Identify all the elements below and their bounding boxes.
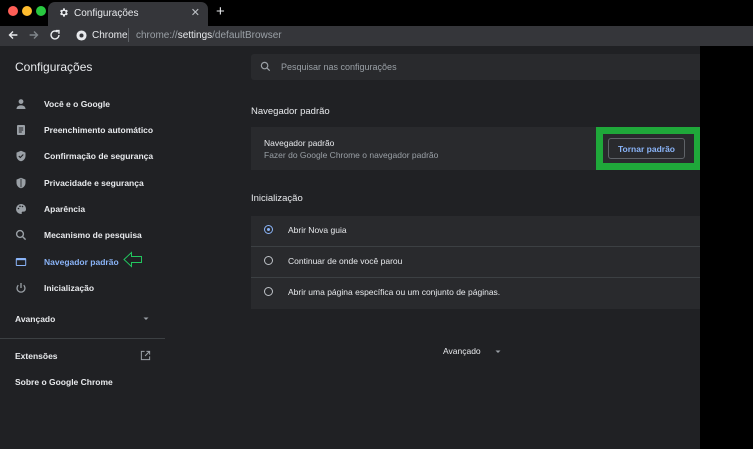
sidebar-item-appearance[interactable]: Aparência <box>0 198 165 220</box>
sidebar-item-label: Privacidade e segurança <box>44 178 144 188</box>
sidebar-item-label: Preenchimento automático <box>44 125 154 135</box>
person-icon <box>16 99 26 109</box>
sidebar-item-safety-check[interactable]: Confirmação de segurança <box>0 145 165 167</box>
sidebar-item-autofill[interactable]: Preenchimento automático <box>0 119 165 141</box>
tab-settings[interactable]: Configurações ✕ <box>48 2 208 26</box>
startup-option-label: Continuar de onde você parou <box>288 256 403 266</box>
search-field[interactable]: Pesquisar nas configurações <box>251 54 700 80</box>
search-icon <box>260 61 271 72</box>
url-suffix: /defaultBrowser <box>212 30 282 41</box>
forward-icon[interactable] <box>27 28 41 42</box>
chevron-down-icon[interactable] <box>494 349 502 355</box>
close-tab-icon[interactable]: ✕ <box>191 7 200 19</box>
sidebar-item-about[interactable]: Sobre o Google Chrome <box>15 377 113 387</box>
power-icon <box>16 283 26 293</box>
gear-icon <box>60 8 68 17</box>
close-window-button[interactable] <box>8 6 18 16</box>
default-browser-card-title: Navegador padrão <box>264 138 335 148</box>
maximize-window-button[interactable] <box>36 6 46 16</box>
sidebar-item-privacy[interactable]: Privacidade e segurança <box>0 172 165 194</box>
startup-option-new-tab[interactable]: Abrir Nova guia <box>251 216 700 246</box>
sidebar-item-extensions[interactable]: Extensões <box>15 351 58 361</box>
window-edge <box>700 46 753 449</box>
radio-unselected[interactable] <box>264 256 273 265</box>
url-divider <box>128 28 129 42</box>
sidebar-item-label: Mecanismo de pesquisa <box>44 230 142 240</box>
sidebar-item-label: Confirmação de segurança <box>44 151 154 161</box>
radio-selected[interactable] <box>264 225 273 234</box>
radio-unselected[interactable] <box>264 287 273 296</box>
url-prefix: chrome:// <box>136 30 178 41</box>
url-path-bold: settings <box>177 30 213 41</box>
left-arrow-annotation-icon <box>123 251 142 268</box>
tab-title: Configurações <box>74 8 139 19</box>
reload-icon[interactable] <box>48 28 62 42</box>
shield-check-icon <box>16 150 26 162</box>
startup-option-label: Abrir uma página específica ou um conjun… <box>288 287 501 297</box>
startup-option-label: Abrir Nova guia <box>288 225 347 235</box>
sidebar-item-label: Aparência <box>44 204 86 214</box>
search-placeholder: Pesquisar nas configurações <box>281 62 397 72</box>
back-icon[interactable] <box>6 28 20 42</box>
sidebar-divider <box>0 338 165 339</box>
startup-card: Abrir Nova guia Continuar de onde você p… <box>251 216 700 309</box>
startup-section-title: Inicialização <box>251 193 303 204</box>
make-default-button[interactable]: Tornar padrão <box>608 138 685 159</box>
minimize-window-button[interactable] <box>22 6 32 16</box>
assignment-icon <box>17 125 25 135</box>
browser-icon <box>15 258 27 266</box>
startup-option-continue[interactable]: Continuar de onde você parou <box>251 247 700 277</box>
chevron-down-icon[interactable] <box>142 316 150 322</box>
sidebar-item-label: Navegador padrão <box>44 257 119 267</box>
chrome-icon <box>76 30 87 41</box>
sidebar-item-label: Você e o Google <box>44 99 110 109</box>
sidebar-item-search-engine[interactable]: Mecanismo de pesquisa <box>0 224 165 246</box>
palette-icon <box>16 204 27 214</box>
sidebar-item-startup[interactable]: Inicialização <box>0 277 165 299</box>
default-browser-card-subtitle: Fazer do Google Chrome o navegador padrã… <box>264 150 439 160</box>
startup-option-specific-pages[interactable]: Abrir uma página específica ou um conjun… <box>251 278 700 308</box>
advanced-toggle[interactable]: Avançado <box>443 346 481 356</box>
url-site-label: Chrome <box>92 30 128 41</box>
search-icon <box>15 229 27 241</box>
open-in-new-icon[interactable] <box>140 350 151 361</box>
shield-icon <box>16 177 26 189</box>
default-browser-section-title: Navegador padrão <box>251 106 330 117</box>
address-bar[interactable]: chrome://settings/defaultBrowser <box>136 30 282 41</box>
sidebar-item-you-and-google[interactable]: Você e o Google <box>0 93 165 115</box>
new-tab-button[interactable]: + <box>216 3 225 21</box>
sidebar-advanced-toggle[interactable]: Avançado <box>15 314 55 324</box>
sidebar-item-label: Inicialização <box>44 283 95 293</box>
page-title: Configurações <box>15 60 93 74</box>
